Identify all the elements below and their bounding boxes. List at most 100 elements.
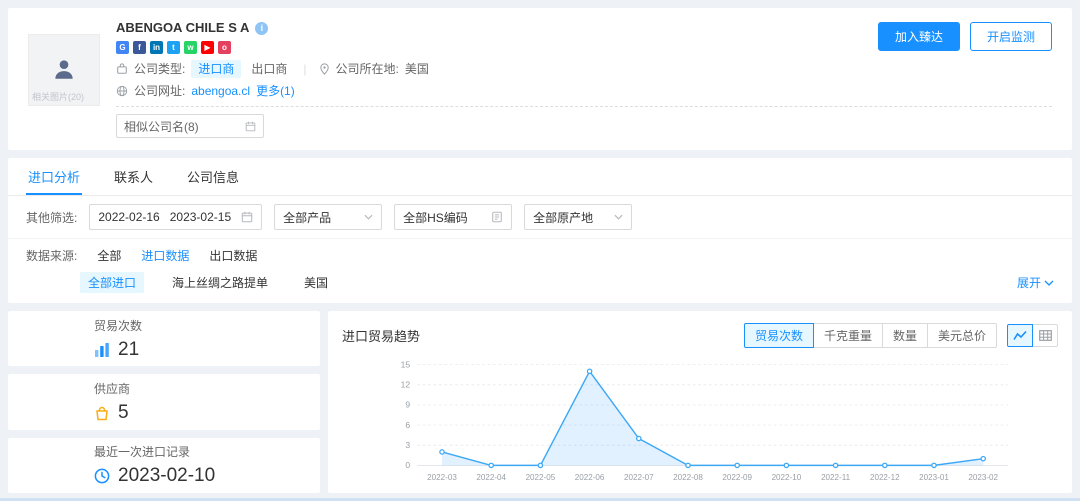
table-icon: [1039, 330, 1052, 341]
metric-toggle-kg-weight[interactable]: 千克重量: [813, 323, 883, 348]
tabs-filter-card: 进口分析联系人公司信息 其他筛选: 2022-02-16 2023-02-15 …: [8, 158, 1072, 303]
location-value: 美国: [405, 61, 429, 77]
svg-text:2022-10: 2022-10: [772, 473, 802, 482]
facebook-icon[interactable]: f: [133, 41, 146, 54]
youtube-icon[interactable]: ▶: [201, 41, 214, 54]
metric-toggle-trade-count[interactable]: 贸易次数: [744, 323, 814, 348]
calendar-icon: [245, 121, 256, 132]
source-option-all[interactable]: 全部: [97, 247, 121, 264]
chart-body: 036912152022-032022-042022-052022-062022…: [342, 352, 1058, 487]
origin-select-value: 全部原产地: [533, 209, 593, 226]
stat-label: 最近一次进口记录: [94, 443, 320, 460]
info-icon[interactable]: i: [255, 22, 268, 35]
source-sub-option-all-import[interactable]: 全部进口: [80, 272, 144, 293]
tabs: 进口分析联系人公司信息: [8, 158, 1072, 196]
join-button[interactable]: 加入臻达: [878, 22, 960, 51]
svg-text:12: 12: [401, 379, 411, 389]
main-content: 贸易次数21供应商5最近一次进口记录2023-02-10 进口贸易趋势 贸易次数…: [8, 311, 1072, 493]
google-icon[interactable]: G: [116, 41, 129, 54]
hs-code-select-value: 全部HS编码: [403, 209, 468, 226]
filter-label: 其他筛选:: [26, 209, 77, 226]
svg-text:2022-05: 2022-05: [526, 473, 556, 482]
trend-chart-card: 进口贸易趋势 贸易次数千克重量数量美元总价 036912152022-03202…: [328, 311, 1072, 493]
globe-icon: [116, 85, 128, 97]
tab-2[interactable]: 公司信息: [185, 158, 241, 195]
chevron-down-icon: [1044, 280, 1054, 286]
svg-text:2023-02: 2023-02: [968, 473, 998, 482]
stat-label: 供应商: [94, 380, 320, 397]
similar-company-select[interactable]: 相似公司名(8): [116, 114, 264, 138]
bar-chart-icon: [94, 342, 110, 358]
date-start: 2022-02-16: [98, 210, 159, 224]
svg-text:2022-08: 2022-08: [673, 473, 703, 482]
stats-col: 贸易次数21 供应商5 最近一次进口记录 2023-02-10: [8, 311, 320, 493]
view-toggle-group: [1007, 324, 1058, 347]
image-caption: 相关图片(20): [32, 90, 84, 103]
line-chart-icon: [1013, 330, 1027, 341]
svg-text:2022-11: 2022-11: [821, 473, 851, 482]
company-type-label: 公司类型:: [134, 61, 185, 77]
person-icon: [51, 56, 77, 85]
metric-toggle-usd-total[interactable]: 美元总价: [927, 323, 997, 348]
source-sub-option-silk-road-bol[interactable]: 海上丝绸之路提单: [164, 272, 276, 293]
website-link[interactable]: abengoa.cl: [191, 83, 250, 99]
linkedin-icon[interactable]: in: [150, 41, 163, 54]
company-image[interactable]: 相关图片(20): [28, 34, 100, 106]
company-type-icon: [116, 63, 128, 75]
svg-text:2022-12: 2022-12: [870, 473, 900, 482]
svg-text:2022-04: 2022-04: [476, 473, 506, 482]
svg-text:15: 15: [401, 359, 411, 369]
calendar-icon: [241, 211, 253, 223]
origin-select[interactable]: 全部原产地: [524, 204, 632, 230]
svg-text:2022-06: 2022-06: [575, 473, 605, 482]
stat-value: 21: [118, 339, 139, 361]
chevron-down-icon: [364, 214, 373, 220]
meta-separator: |: [303, 61, 306, 77]
svg-text:2022-03: 2022-03: [427, 473, 457, 482]
dashed-divider: [116, 106, 1052, 107]
instagram-icon[interactable]: o: [218, 41, 231, 54]
source-option-export-data[interactable]: 出口数据: [209, 247, 257, 264]
expand-toggle[interactable]: 展开: [1017, 274, 1054, 291]
product-select[interactable]: 全部产品: [274, 204, 382, 230]
company-header-card: 相关图片(20) ABENGOA CHILE S A i Gfintw▶o 公司…: [8, 8, 1072, 150]
tab-1[interactable]: 联系人: [112, 158, 155, 195]
metric-toggle-quantity[interactable]: 数量: [882, 323, 928, 348]
importer-type-tag[interactable]: 进口商: [191, 60, 241, 78]
table-view-button[interactable]: [1032, 324, 1058, 347]
data-source-row: 数据来源: 全部 进口数据 出口数据: [8, 239, 1072, 266]
product-select-value: 全部产品: [283, 209, 331, 226]
source-options: 全部 进口数据 出口数据: [97, 247, 257, 264]
monitor-button[interactable]: 开启监测: [970, 22, 1052, 51]
svg-text:2023-01: 2023-01: [919, 473, 949, 482]
hs-code-select[interactable]: 全部HS编码: [394, 204, 512, 230]
location-label: 公司所在地:: [336, 61, 399, 77]
exporter-type-tag[interactable]: 出口商: [247, 60, 291, 78]
clock-icon: [94, 468, 110, 484]
stat-value: 2023-02-10: [118, 465, 215, 487]
website-more-link[interactable]: 更多(1): [256, 83, 295, 99]
date-range-input[interactable]: 2022-02-16 2023-02-15: [89, 204, 262, 230]
line-chart-view-button[interactable]: [1007, 324, 1033, 347]
svg-text:9: 9: [405, 400, 410, 410]
chevron-down-icon: [614, 214, 623, 220]
supplier-icon: [94, 405, 110, 421]
source-sub-option-usa[interactable]: 美国: [296, 272, 336, 293]
whatsapp-icon[interactable]: w: [184, 41, 197, 54]
website-label: 公司网址:: [134, 83, 185, 99]
stat-card-suppliers: 供应商5: [8, 374, 320, 429]
data-source-label: 数据来源:: [26, 247, 77, 264]
tab-0[interactable]: 进口分析: [26, 158, 82, 195]
svg-text:6: 6: [405, 420, 410, 430]
page: 相关图片(20) ABENGOA CHILE S A i Gfintw▶o 公司…: [0, 0, 1080, 501]
twitter-icon[interactable]: t: [167, 41, 180, 54]
location-pin-icon: [319, 63, 330, 75]
svg-text:2022-07: 2022-07: [624, 473, 654, 482]
source-sub-row: 全部进口海上丝绸之路提单美国 展开: [8, 266, 1072, 303]
source-option-import-data[interactable]: 进口数据: [141, 247, 189, 264]
stat-card-last-import-record: 最近一次进口记录 2023-02-10: [8, 438, 320, 493]
expand-label: 展开: [1017, 274, 1041, 291]
source-sub-options: 全部进口海上丝绸之路提单美国: [80, 272, 336, 293]
stat-card-trade-count: 贸易次数21: [8, 311, 320, 366]
svg-text:2022-09: 2022-09: [722, 473, 752, 482]
